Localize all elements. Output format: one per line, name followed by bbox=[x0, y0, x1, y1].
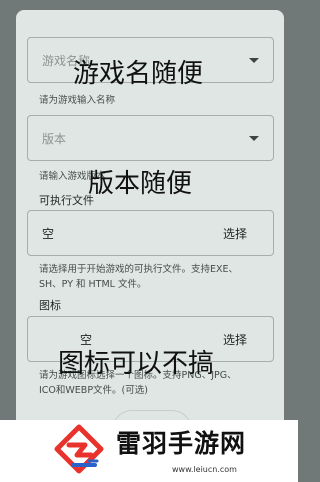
executable-value: 空 bbox=[42, 227, 55, 241]
overlay-annotation-1: 游戏名随便 bbox=[73, 59, 204, 89]
watermark-url: www.leiucn.com bbox=[172, 465, 237, 474]
icon-helper-line2: ICO和WEBP文件。(可选) bbox=[39, 385, 148, 396]
executable-select-button[interactable]: 选择 bbox=[223, 225, 247, 242]
overlay-annotation-2: 版本随便 bbox=[88, 169, 193, 199]
executable-section-label: 可执行文件 bbox=[39, 194, 94, 207]
dropdown-caret-icon bbox=[249, 58, 259, 63]
version-field[interactable]: 版本 bbox=[27, 115, 274, 161]
icon-section-label: 图标 bbox=[39, 299, 61, 312]
dropdown-caret-icon bbox=[249, 136, 259, 141]
game-name-helper: 请为游戏输入名称 bbox=[39, 95, 116, 106]
watermark-logo-icon bbox=[54, 424, 104, 474]
watermark-title: 雷羽手游网 bbox=[116, 429, 247, 458]
icon-select-button[interactable]: 选择 bbox=[223, 331, 247, 348]
executable-helper-line1: 请选择用于开始游戏的可执行文件。支持EXE、 bbox=[39, 264, 239, 275]
overlay-annotation-3: 图标可以不搞 bbox=[58, 349, 215, 379]
executable-picker: 空 选择 bbox=[27, 210, 274, 256]
executable-helper-line2: SH、PY 和 HTML 文件。 bbox=[39, 279, 147, 290]
version-placeholder: 版本 bbox=[42, 132, 67, 146]
